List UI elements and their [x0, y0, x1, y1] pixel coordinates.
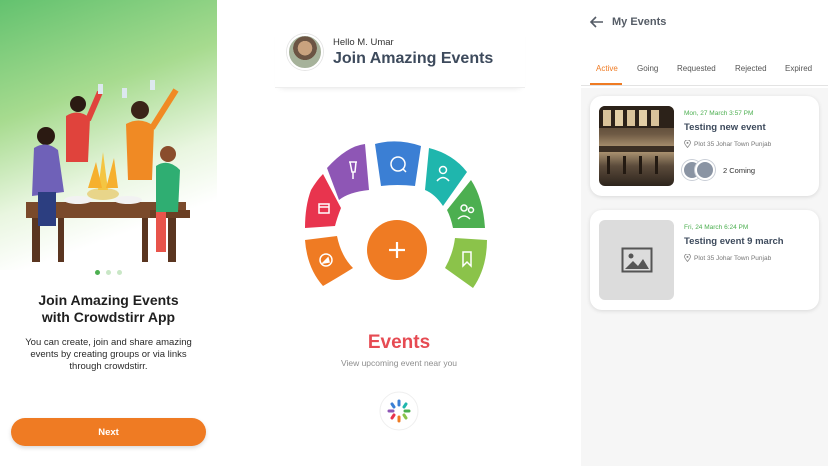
- my-events-screen: My Events Active Going Requested Rejecte…: [581, 0, 828, 466]
- events-heading: Events: [367, 332, 431, 353]
- page-indicator: [0, 270, 217, 275]
- home-header: Hello M. Umar Join Amazing Events: [275, 28, 525, 88]
- loading-spinner-icon: [379, 391, 419, 431]
- radial-item-flag[interactable]: [327, 144, 369, 200]
- home-title: Join Amazing Events: [333, 50, 494, 67]
- radial-item-bookmark[interactable]: [445, 238, 487, 288]
- event-date: Mon, 27 March 3:57 PM: [684, 110, 754, 117]
- event-card[interactable]: Mon, 27 March 3:57 PM Testing new event …: [590, 96, 819, 196]
- tab-going[interactable]: Going: [637, 64, 658, 73]
- friends-dinner-illustration: [26, 80, 190, 262]
- location-pin-icon: [684, 254, 691, 262]
- my-events-header: My Events Active Going Requested Rejecte…: [581, 0, 828, 88]
- center-add-button[interactable]: [367, 220, 427, 280]
- page-dot-2[interactable]: [106, 270, 111, 275]
- tab-rejected[interactable]: Rejected: [735, 64, 767, 73]
- tab-expired[interactable]: Expired: [785, 64, 812, 73]
- onboarding-title-line-1: Join Amazing Events: [38, 292, 179, 308]
- event-thumbnail-placeholder: [599, 220, 674, 300]
- event-thumbnail-photo: [599, 106, 674, 186]
- radial-menu: [305, 141, 487, 288]
- event-location: Plot 35 Johar Town Punjab: [684, 254, 771, 262]
- avatar[interactable]: [287, 34, 323, 70]
- back-arrow-icon[interactable]: [589, 14, 605, 30]
- next-button[interactable]: Next: [11, 418, 206, 446]
- event-card[interactable]: Fri, 24 March 6:24 PM Testing event 9 ma…: [590, 210, 819, 310]
- radial-item-compass[interactable]: [305, 236, 353, 286]
- onboarding-screen: Join Amazing Events with Crowdstirr App …: [0, 0, 217, 466]
- onboarding-title-line-2: with Crowdstirr App: [41, 309, 176, 325]
- tab-active[interactable]: Active: [596, 64, 618, 73]
- tab-requested[interactable]: Requested: [677, 64, 716, 73]
- onboarding-description: You can create, join and share amazing e…: [25, 337, 192, 372]
- onboarding-title: Join Amazing Events with Crowdstirr App: [8, 292, 209, 326]
- event-location-text: Plot 35 Johar Town Punjab: [694, 254, 772, 262]
- event-location-text: Plot 35 Johar Town Punjab: [694, 140, 772, 148]
- page-dot-3[interactable]: [117, 270, 122, 275]
- event-title: Testing new event: [684, 122, 766, 133]
- event-title: Testing event 9 march: [684, 236, 784, 247]
- greeting-text: Hello M. Umar: [333, 37, 394, 48]
- event-date: Fri, 24 March 6:24 PM: [684, 224, 749, 231]
- tabs-divider: [581, 85, 828, 86]
- page-title: My Events: [612, 16, 667, 28]
- radial-item-chat[interactable]: [375, 141, 421, 186]
- home-screen: Hello M. Umar Join Amazing Events Events…: [217, 0, 581, 466]
- page-dot-1[interactable]: [95, 270, 100, 275]
- restaurant-photo-icon: [599, 106, 674, 174]
- location-pin-icon: [684, 140, 691, 148]
- attendee-avatar: [695, 160, 715, 180]
- attendee-avatars: [682, 160, 718, 180]
- events-subtitle: View upcoming event near you: [340, 358, 458, 368]
- coming-count: 2 Coming: [723, 166, 756, 175]
- event-status-tabs: Active Going Requested Rejected Expired: [581, 62, 828, 84]
- image-placeholder-icon: [621, 247, 652, 273]
- event-location: Plot 35 Johar Town Punjab: [684, 140, 771, 148]
